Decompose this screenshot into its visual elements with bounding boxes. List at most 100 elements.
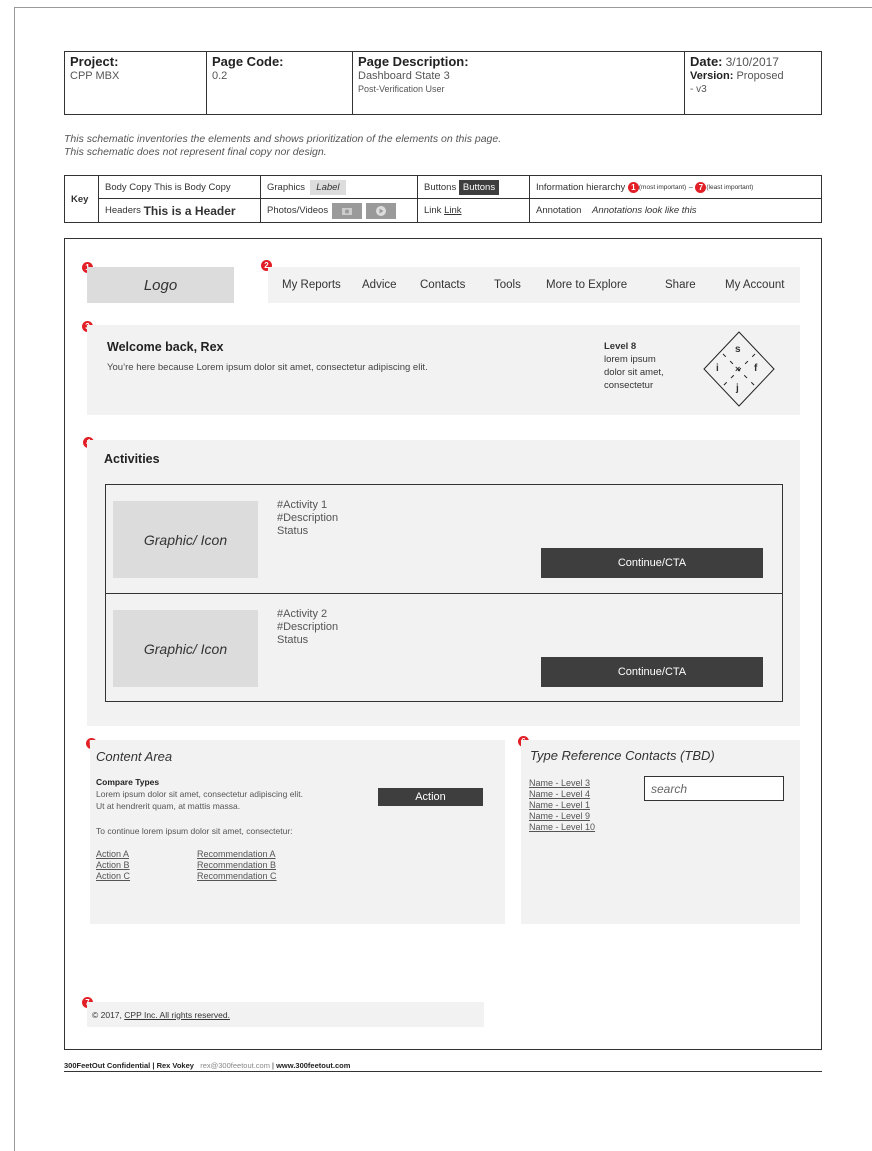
key-table: Key Body Copy This is Body Copy Graphics… <box>64 175 822 223</box>
description-value: Dashboard State 3 <box>358 70 450 82</box>
schematic-intro: This schematic inventories the elements … <box>64 133 501 159</box>
recommendation-links: Recommendation A Recommendation B Recomm… <box>197 849 277 882</box>
footer-link[interactable]: CPP Inc. All rights reserved. <box>124 1010 230 1020</box>
site-footer: © 2017, CPP Inc. All rights reserved. <box>87 1002 484 1027</box>
nav-item-more-to-explore[interactable]: More to Explore <box>546 279 627 291</box>
key-link: Link Link <box>418 199 530 222</box>
activity-graphic: Graphic/ Icon <box>113 501 258 578</box>
activity-graphic: Graphic/ Icon <box>113 610 258 687</box>
content-area-text-3: To continue lorem ipsum dolor sit amet, … <box>96 826 293 836</box>
description-sub: Post-Verification User <box>358 84 445 94</box>
content-text-line-2: Ut at hendrerit quam, at mattis massa. <box>96 801 241 811</box>
activity-info: #Activity 1 #Description Status <box>277 499 338 538</box>
intro-line-1: This schematic inventories the elements … <box>64 133 502 145</box>
key-graphics-sample: Label <box>310 179 346 195</box>
contact-link[interactable]: Name - Level 3 <box>529 778 595 789</box>
key-graphics-label: Graphics <box>267 181 306 193</box>
key-annotation-sample: Annotations look like this <box>592 205 697 216</box>
action-link[interactable]: Action A <box>96 849 130 860</box>
credit-company: 300FeetOut Confidential <box>64 1061 151 1070</box>
level-line-3: consectetur <box>604 380 654 391</box>
action-link[interactable]: Action C <box>96 871 130 882</box>
key-graphics: Graphics Label <box>261 176 418 199</box>
key-headers-label: Headers <box>105 205 141 216</box>
page-top-border <box>14 7 872 8</box>
activity-name: #Activity 2 <box>277 608 328 620</box>
project-label: Project: <box>70 54 119 69</box>
activity-description: #Description <box>277 512 339 524</box>
action-link[interactable]: Action B <box>96 860 130 871</box>
activity-info: #Activity 2 #Description Status <box>277 608 338 647</box>
main-nav: My Reports Advice Contacts Tools More to… <box>268 267 800 303</box>
action-button[interactable]: Action <box>378 788 483 806</box>
activity-cta-button[interactable]: Continue/CTA <box>541 548 763 578</box>
key-title: Key <box>65 176 99 222</box>
nav-item-tools[interactable]: Tools <box>494 279 521 291</box>
credit-author: Rex Vokey <box>156 1061 194 1070</box>
activities-list: Graphic/ Icon #Activity 1 #Description S… <box>105 484 783 702</box>
action-links: Action A Action B Action C <box>96 849 130 882</box>
footer-copyright: © 2017, <box>92 1009 122 1020</box>
contact-links: Name - Level 3 Name - Level 4 Name - Lev… <box>529 778 595 833</box>
intro-line-2: This schematic does not represent final … <box>64 146 327 158</box>
activity-status: Status <box>277 525 309 537</box>
recommendation-link[interactable]: Recommendation C <box>197 871 277 882</box>
activities-title: Activities <box>104 452 160 466</box>
key-link-sample[interactable]: Link <box>444 205 461 216</box>
contact-link[interactable]: Name - Level 1 <box>529 800 595 811</box>
activity-status: Status <box>277 634 309 646</box>
diamond-right-letter: f <box>754 363 758 374</box>
page-left-border <box>14 7 15 1151</box>
camera-icon <box>332 202 363 219</box>
diamond-bottom-letter: j <box>736 383 739 394</box>
date-value: 3/10/2017 <box>725 55 779 69</box>
credit-website: www.300feetout.com <box>276 1061 351 1070</box>
contacts-title: Type Reference Contacts (TBD) <box>530 748 715 763</box>
activity-cta-button[interactable]: Continue/CTA <box>541 657 763 687</box>
version-label: Version: <box>690 70 734 82</box>
credits-underline <box>64 1071 822 1072</box>
version-value: Proposed <box>736 70 784 82</box>
hierarchy-last-marker: 7 <box>695 181 707 193</box>
contact-link[interactable]: Name - Level 9 <box>529 811 595 822</box>
nav-item-share[interactable]: Share <box>665 279 696 291</box>
activities-divider <box>106 593 782 594</box>
level-line-2: dolor sit amet, <box>604 367 664 378</box>
recommendation-link[interactable]: Recommendation B <box>197 860 277 871</box>
activity-name: #Activity 1 <box>277 499 328 511</box>
date-version-cell: Date: 3/10/2017 Version: Proposed - v3 <box>685 52 821 114</box>
description-cell: Page Description: Dashboard State 3 Post… <box>353 52 685 114</box>
key-headers: Headers This is a Header <box>99 199 261 222</box>
hierarchy-first-marker: 1 <box>627 181 639 193</box>
nav-item-my-account[interactable]: My Account <box>725 279 784 291</box>
credit-email: rex@300feetout.com <box>200 1061 270 1070</box>
credit-separator: | <box>272 1061 274 1070</box>
nav-item-my-reports[interactable]: My Reports <box>282 279 341 291</box>
diamond-left-letter: i <box>716 363 719 374</box>
contact-link[interactable]: Name - Level 4 <box>529 789 595 800</box>
level-block: Level 8 lorem ipsum dolor sit amet, cons… <box>604 340 664 392</box>
version-suffix: - v3 <box>690 84 707 95</box>
key-annotation: Annotation Annotations look like this <box>530 199 821 222</box>
date-label: Date: <box>690 54 723 69</box>
diamond-top-letter: s <box>735 344 741 355</box>
page-code-value: 0.2 <box>212 70 228 82</box>
nav-item-contacts[interactable]: Contacts <box>420 279 465 291</box>
welcome-panel: Welcome back, Rex You’re here because Lo… <box>87 325 800 415</box>
activity-description: #Description <box>277 621 339 633</box>
description-label: Page Description: <box>358 54 469 69</box>
content-area-subtitle: Compare Types <box>96 777 160 787</box>
nav-item-advice[interactable]: Advice <box>362 279 397 291</box>
project-header-table: Project: CPP MBX Page Code: 0.2 Page Des… <box>64 51 822 115</box>
key-annotation-label: Annotation <box>536 205 582 216</box>
contact-link[interactable]: Name - Level 10 <box>529 822 595 833</box>
recommendation-link[interactable]: Recommendation A <box>197 849 277 860</box>
content-text-line-1: Lorem ipsum dolor sit amet, consectetur … <box>96 789 303 799</box>
hierarchy-first-note: (most important) <box>638 183 687 191</box>
key-hierarchy: Information hierarchy 1 (most important)… <box>530 176 821 199</box>
logo[interactable]: Logo <box>87 267 234 303</box>
search-input[interactable]: search <box>644 776 784 801</box>
content-area-text: Lorem ipsum dolor sit amet, consectetur … <box>96 788 303 812</box>
key-buttons-sample: Buttons <box>458 179 500 195</box>
key-hierarchy-label: Information hierarchy <box>536 181 626 193</box>
